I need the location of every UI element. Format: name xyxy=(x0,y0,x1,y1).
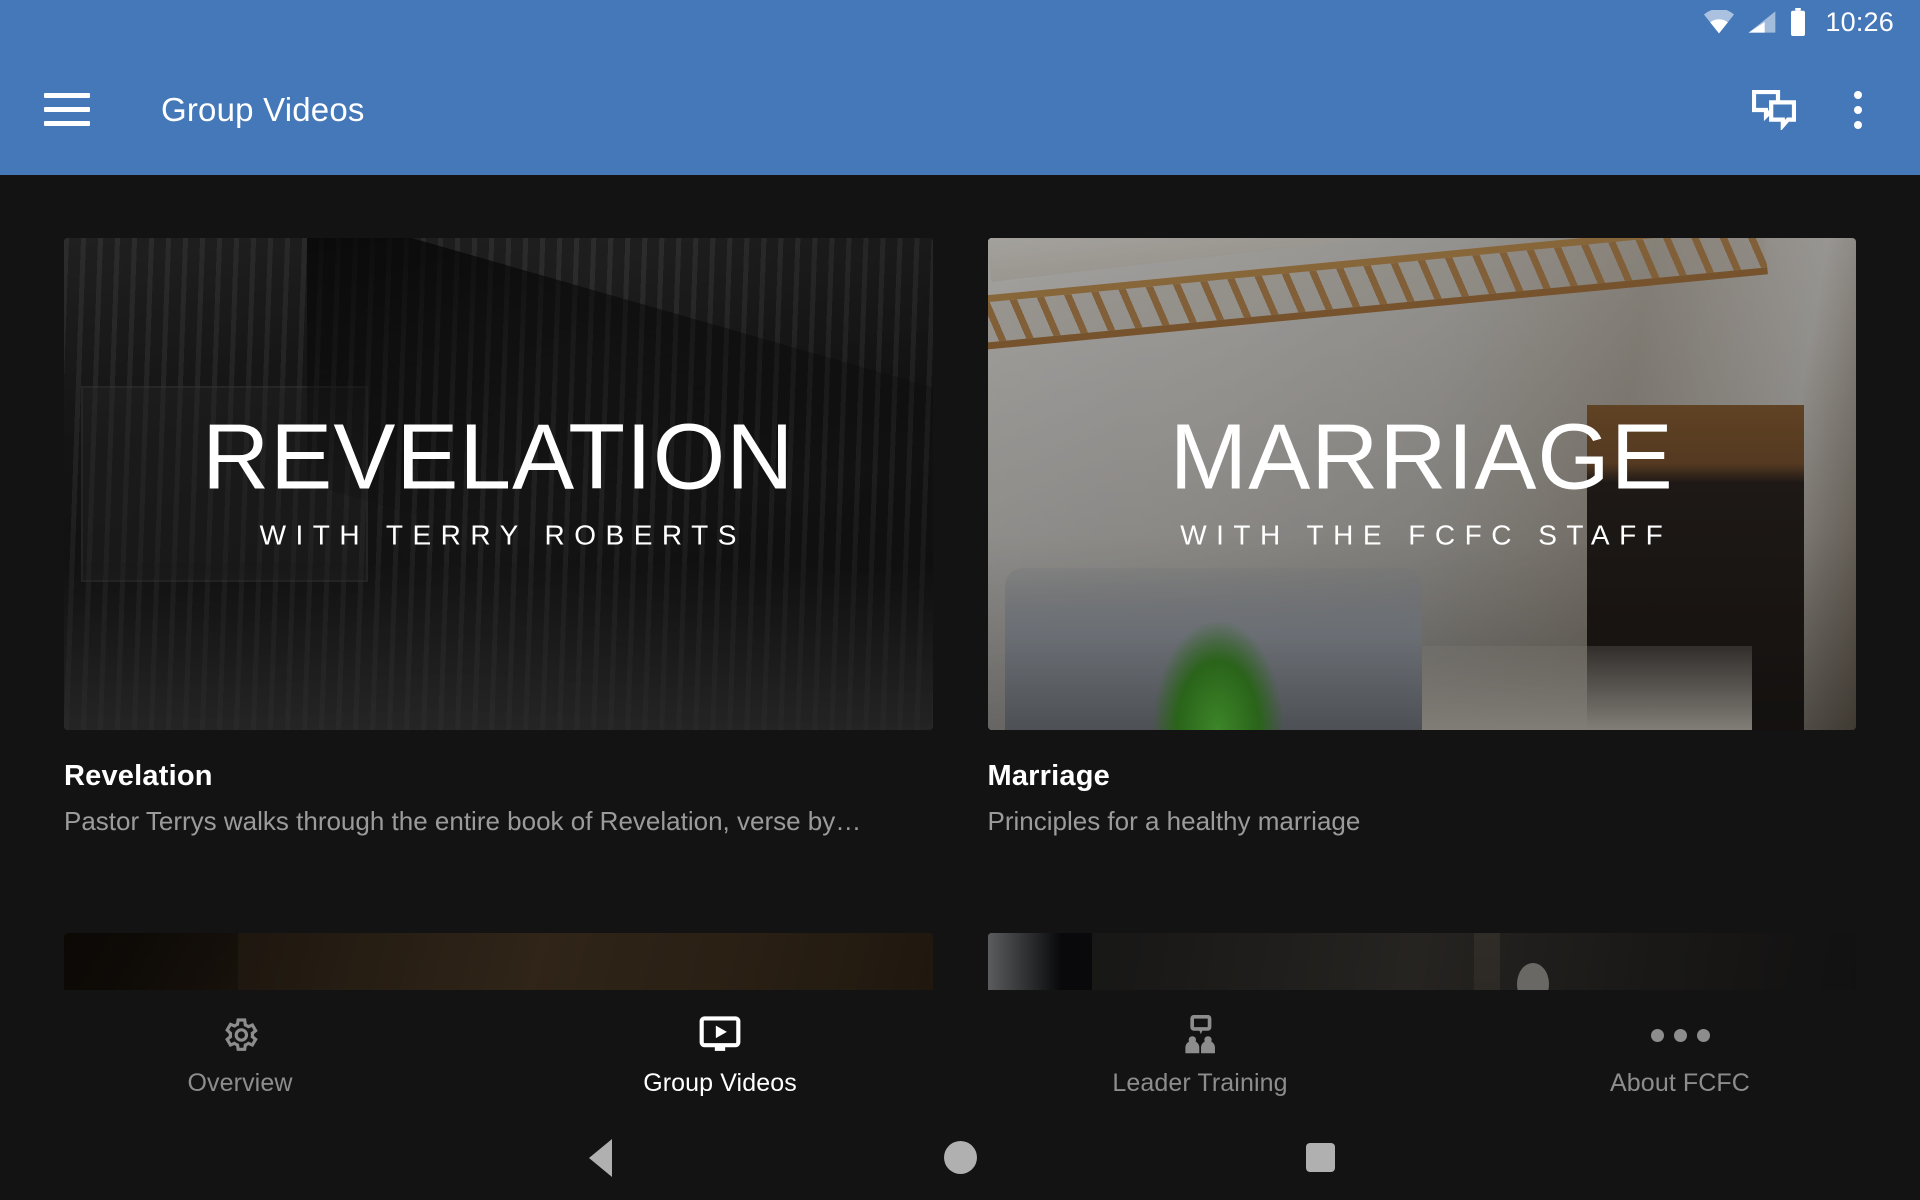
square-recents-icon xyxy=(1305,1143,1335,1172)
video-card-revelation[interactable]: REVELATION WITH TERRY ROBERTS Revelation… xyxy=(64,238,933,837)
thumbnail-title: MARRIAGE xyxy=(1169,404,1674,509)
nav-item-about-fcfc[interactable]: About FCFC xyxy=(1440,1007,1920,1098)
video-card-partial-left[interactable] xyxy=(64,933,933,990)
presentation-people-icon xyxy=(1179,1013,1221,1057)
nav-item-label: About FCFC xyxy=(1610,1069,1750,1097)
thumbnail-caption: MARRIAGE WITH THE FCFC STAFF xyxy=(988,404,1857,552)
video-grid: REVELATION WITH TERRY ROBERTS Revelation… xyxy=(0,175,1920,990)
app-bar: Group Videos xyxy=(0,44,1920,175)
video-card-marriage[interactable]: MARRIAGE WITH THE FCFC STAFF Marriage Pr… xyxy=(987,238,1857,837)
status-bar-clock: 10:26 xyxy=(1825,6,1894,37)
video-card-title: Revelation xyxy=(64,760,213,792)
android-system-navigation xyxy=(0,1115,1920,1200)
nav-item-label: Group Videos xyxy=(643,1069,797,1097)
video-card-description: Principles for a healthy marriage xyxy=(987,806,1361,836)
overflow-menu-icon[interactable] xyxy=(1830,82,1886,138)
wifi-icon xyxy=(1703,10,1735,34)
recents-button[interactable] xyxy=(1140,1143,1500,1172)
chat-icon[interactable] xyxy=(1746,82,1802,138)
page-title: Group Videos xyxy=(161,90,365,128)
back-button[interactable] xyxy=(420,1138,780,1177)
nav-item-label: Leader Training xyxy=(1112,1069,1288,1097)
nav-item-overview[interactable]: Overview xyxy=(0,1007,480,1098)
video-card-partial-right[interactable] xyxy=(987,933,1856,990)
thumbnail-caption: REVELATION WITH TERRY ROBERTS xyxy=(64,404,933,552)
nav-item-leader-training[interactable]: Leader Training xyxy=(960,1007,1440,1098)
more-horizontal-icon xyxy=(1650,1013,1710,1057)
video-thumbnail[interactable] xyxy=(987,933,1856,990)
video-card-title: Marriage xyxy=(987,760,1110,792)
video-card-description: Pastor Terrys walks through the entire b… xyxy=(64,806,862,836)
cellular-signal-icon xyxy=(1747,10,1777,34)
bottom-navigation-bar: Overview Group Videos Leader Training Ab… xyxy=(0,990,1920,1115)
gear-icon xyxy=(220,1013,260,1057)
home-button[interactable] xyxy=(780,1141,1140,1174)
app-bar-actions xyxy=(1746,82,1920,138)
video-monitor-icon xyxy=(699,1013,741,1057)
video-list-scroll-area[interactable]: REVELATION WITH TERRY ROBERTS Revelation… xyxy=(0,175,1920,990)
nav-item-group-videos[interactable]: Group Videos xyxy=(480,1007,960,1098)
video-thumbnail[interactable]: REVELATION WITH TERRY ROBERTS xyxy=(64,238,933,730)
thumbnail-title: REVELATION xyxy=(202,404,795,509)
nav-item-label: Overview xyxy=(187,1069,293,1097)
thumbnail-subtitle: WITH TERRY ROBERTS xyxy=(259,519,746,551)
thumbnail-subtitle: WITH THE FCFC STAFF xyxy=(1180,519,1673,551)
video-thumbnail[interactable] xyxy=(64,933,933,990)
circle-home-icon xyxy=(943,1141,977,1174)
triangle-back-icon xyxy=(588,1138,612,1177)
app-screen: 10:26 Group Videos REVELATION WITH TERRY… xyxy=(0,0,1920,1200)
thumbnail-artwork xyxy=(64,933,933,990)
video-thumbnail[interactable]: MARRIAGE WITH THE FCFC STAFF xyxy=(987,238,1857,730)
thumbnail-artwork xyxy=(987,933,1856,990)
hamburger-menu-icon[interactable] xyxy=(44,83,98,137)
battery-icon xyxy=(1789,8,1807,36)
status-bar: 10:26 xyxy=(0,0,1920,44)
artwork-dim-overlay xyxy=(64,933,933,990)
artwork-dim-overlay xyxy=(987,933,1856,990)
